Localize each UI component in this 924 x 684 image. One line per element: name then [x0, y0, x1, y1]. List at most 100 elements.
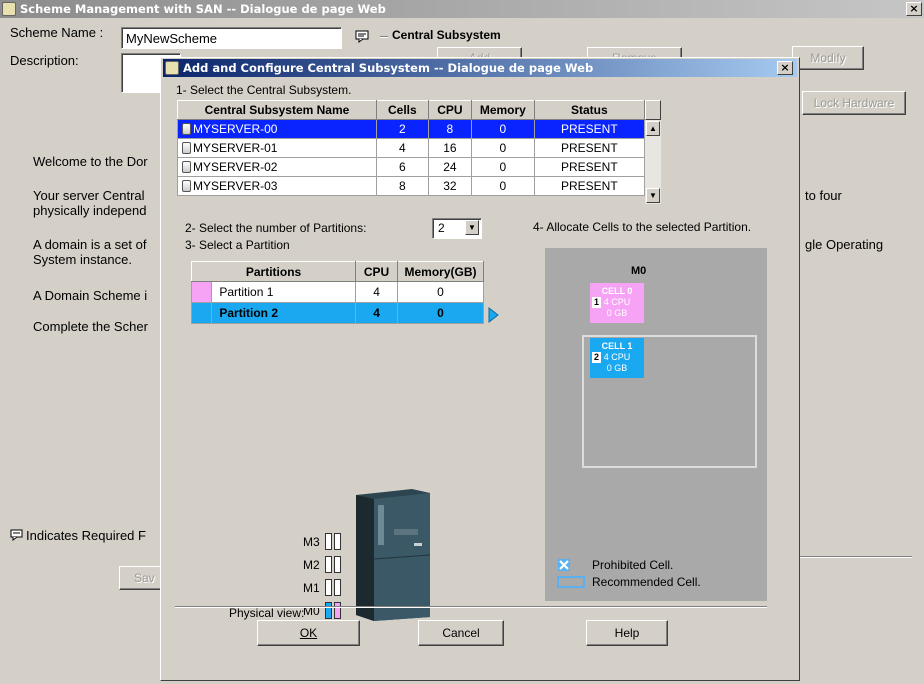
parent-close-icon[interactable]: ×: [906, 2, 922, 16]
parent-title-bar: Scheme Management with SAN -- Dialogue d…: [0, 0, 924, 18]
physical-view-label: Physical view:: [229, 606, 305, 620]
partition-name-cell: Partition 2: [190, 302, 357, 324]
complete-text: Complete the Scher: [33, 319, 148, 334]
partition2-color-swatch: [192, 303, 212, 323]
dialog-title: Add and Configure Central Subsystem -- D…: [183, 61, 594, 75]
subsystem-table: Central Subsystem Name Cells CPU Memory …: [177, 100, 646, 196]
ie-page-icon: [2, 2, 16, 16]
step1-label: 1- Select the Central Subsystem.: [176, 83, 352, 97]
description-label: Description:: [10, 53, 79, 68]
server-text-line1: Your server Central: [33, 188, 145, 203]
memory-cell: 0: [471, 138, 535, 158]
col-status: Status: [533, 100, 646, 120]
module-label: M0: [631, 265, 647, 277]
recommended-cell-swatch: [557, 576, 585, 588]
dialog-page-icon: [165, 61, 179, 75]
m0-slot-cell1: [325, 602, 332, 619]
domain-text-tail: gle Operating: [805, 237, 884, 252]
cell-allocation-panel: M0 1 CELL 0 4 CPU 0 GB 2 CELL 1 4 CPU 0 …: [545, 248, 767, 601]
scheme-text: A Domain Scheme i: [33, 288, 148, 303]
table-row[interactable]: MYSERVER-02 6 24 0 PRESENT: [177, 157, 646, 177]
subsystem-name: MYSERVER-02: [193, 160, 278, 174]
cell-0-card[interactable]: 1 CELL 0 4 CPU 0 GB: [590, 283, 644, 323]
scroll-up-icon[interactable]: ▲: [646, 121, 660, 136]
cell-1-card[interactable]: 2 CELL 1 4 CPU 0 GB: [590, 338, 644, 378]
table-row[interactable]: MYSERVER-00 2 8 0 PRESENT: [177, 119, 646, 139]
partitions-count-select[interactable]: 2 ▼: [432, 218, 482, 239]
cell-1-name: CELL 1: [601, 341, 633, 351]
help-button[interactable]: Help: [586, 620, 668, 646]
server-text-tail: to four: [805, 188, 842, 203]
dialog-close-icon[interactable]: ×: [777, 61, 793, 75]
subsystem-name-cell: MYSERVER-00: [177, 119, 377, 139]
prohibited-cell-icon: [557, 558, 571, 572]
cell-1-partition-number: 2: [592, 352, 601, 363]
cpu-cell: 8: [427, 119, 473, 139]
table-row[interactable]: MYSERVER-03 8 32 0 PRESENT: [177, 176, 646, 196]
partition-cpu: 4: [355, 281, 399, 303]
cell-0-name: CELL 0: [601, 286, 633, 296]
status-cell: PRESENT: [533, 119, 646, 139]
lock-hardware-button[interactable]: Lock Hardware: [802, 91, 906, 115]
cancel-button[interactable]: Cancel: [418, 620, 504, 646]
cancel-label: Cancel: [442, 626, 480, 640]
partition-row[interactable]: Partition 2 4 0: [190, 302, 484, 324]
scroll-down-icon[interactable]: ▼: [646, 188, 660, 203]
cells-cell: 2: [375, 119, 429, 139]
col-partitions: Partitions: [190, 261, 357, 282]
scheme-name-label: Scheme Name :: [10, 25, 104, 40]
col-memory: Memory: [471, 100, 535, 120]
server-icon: [182, 180, 191, 192]
scheme-name-input[interactable]: MyNewScheme: [121, 27, 342, 49]
m3-slot-1: [334, 533, 341, 550]
dialog-divider: [175, 606, 767, 607]
required-field-icon: [355, 30, 371, 43]
legend-recommended-label: Recommended Cell.: [592, 575, 701, 589]
m0-slot-cell0: [334, 602, 341, 619]
partition-name: Partition 1: [219, 285, 274, 299]
cpu-cell: 16: [427, 138, 473, 158]
server-icon: [182, 161, 191, 173]
partition-row[interactable]: Partition 1 4 0: [190, 281, 484, 303]
subsystem-table-scrollbar[interactable]: ▲ ▼: [645, 100, 661, 204]
table-row[interactable]: MYSERVER-01 4 16 0 PRESENT: [177, 138, 646, 158]
module-label-m3: M3: [303, 535, 320, 549]
scrollbar-header-corner: [645, 100, 661, 120]
server-cabinet-image: [354, 489, 432, 621]
subsystem-name: MYSERVER-03: [193, 179, 278, 193]
ok-label: OK: [299, 626, 318, 640]
save-button[interactable]: Sav: [119, 566, 165, 590]
ok-button[interactable]: OK: [257, 620, 360, 646]
cpu-cell: 24: [427, 157, 473, 177]
subsystem-name: MYSERVER-00: [193, 122, 278, 136]
col-cpu: CPU: [427, 100, 473, 120]
chevron-down-icon[interactable]: ▼: [465, 220, 479, 235]
group-border: [380, 36, 388, 37]
required-indicator-text: Indicates Required F: [26, 528, 146, 543]
partition-cpu: 4: [355, 302, 399, 324]
col-partition-cpu: CPU: [355, 261, 399, 282]
selected-partition-arrow-icon: [488, 306, 500, 324]
step3-label: 3- Select a Partition: [185, 238, 290, 252]
col-partition-memory: Memory(GB): [397, 261, 484, 282]
partition-name: Partition 2: [219, 306, 279, 320]
cell-0-partition-number: 1: [592, 297, 601, 308]
partitions-count-value: 2: [438, 221, 445, 235]
cell-0-mem: 0 GB: [606, 308, 628, 318]
domain-text-line2: System instance.: [33, 252, 132, 267]
step4-label: 4- Allocate Cells to the selected Partit…: [533, 220, 752, 234]
modify-button[interactable]: Modify: [792, 46, 864, 70]
partition1-color-swatch: [192, 282, 212, 302]
dialog-title-bar: Add and Configure Central Subsystem -- D…: [163, 59, 797, 77]
central-subsystem-group-label: Central Subsystem: [392, 28, 501, 42]
m2-slot-1: [334, 556, 341, 573]
cell-1-mem: 0 GB: [606, 363, 628, 373]
subsystem-name-cell: MYSERVER-03: [177, 176, 377, 196]
memory-cell: 0: [471, 157, 535, 177]
status-cell: PRESENT: [533, 138, 646, 158]
server-text-line2: physically independ: [33, 203, 147, 218]
status-cell: PRESENT: [533, 157, 646, 177]
status-cell: PRESENT: [533, 176, 646, 196]
m1-slot-1: [334, 579, 341, 596]
partition-memory: 0: [397, 281, 484, 303]
